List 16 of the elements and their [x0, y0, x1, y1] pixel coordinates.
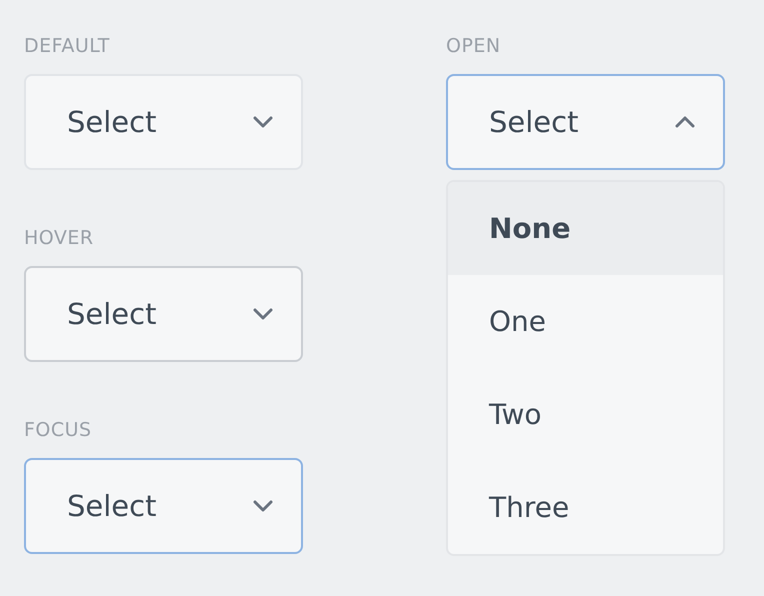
dropdown-option[interactable]: One — [448, 275, 723, 368]
dropdown-option[interactable]: None — [448, 182, 723, 275]
field-label: DEFAULT — [24, 34, 110, 58]
dropdown-option[interactable]: Three — [448, 461, 723, 554]
dropdown-option[interactable]: Two — [448, 368, 723, 461]
chevron-icon — [675, 116, 695, 128]
field-label: OPEN — [446, 34, 501, 58]
select-field[interactable]: Select — [24, 266, 303, 362]
select-field[interactable]: Select — [24, 458, 303, 554]
field-label: HOVER — [24, 226, 94, 250]
chevron-icon — [253, 500, 273, 512]
field-label: FOCUS — [24, 418, 92, 442]
chevron-icon — [253, 308, 273, 320]
select-field[interactable]: Select — [24, 74, 303, 170]
select-field[interactable]: Select — [446, 74, 725, 170]
chevron-icon — [253, 116, 273, 128]
